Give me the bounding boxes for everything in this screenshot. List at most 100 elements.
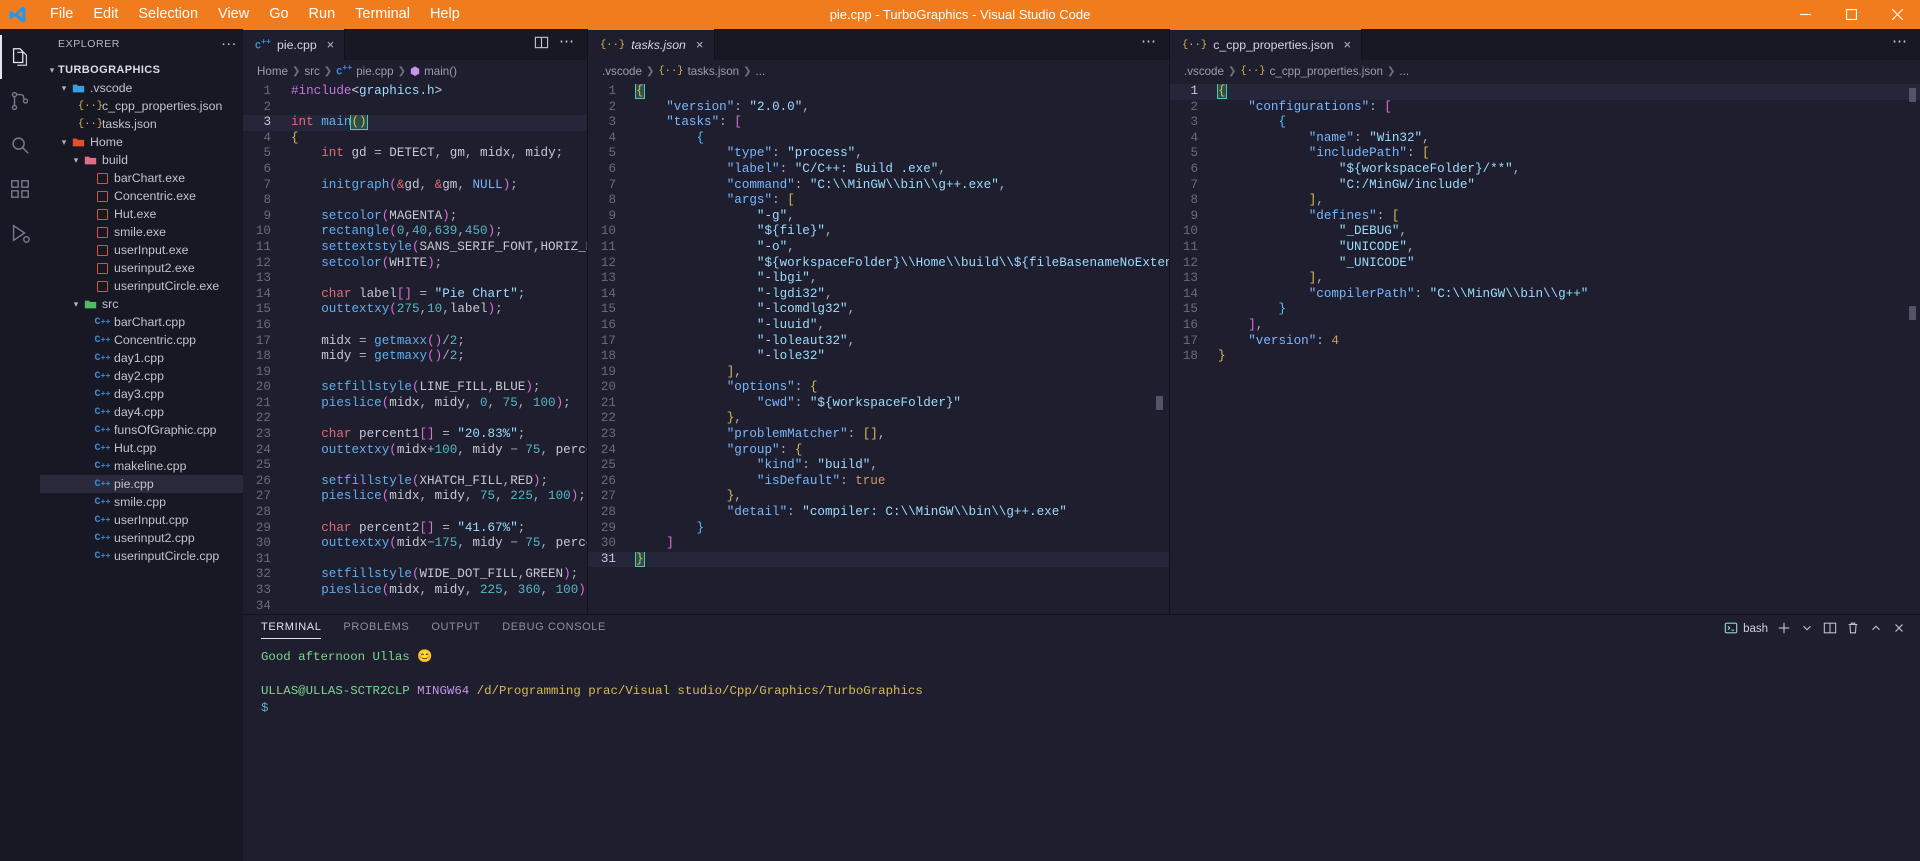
code-line[interactable]: 13 ], xyxy=(1170,271,1920,287)
breadcrumb-item-file[interactable]: c_cpp_properties.json xyxy=(1270,65,1383,78)
explorer-more-actions-icon[interactable]: ... xyxy=(221,33,237,51)
code-line[interactable]: 30 outtextxy(midx−175, midy − 75, percen… xyxy=(243,536,587,552)
code-line[interactable]: 3 "tasks": [ xyxy=(588,115,1169,131)
code-line[interactable]: 21 "cwd": "${workspaceFolder}" xyxy=(588,396,1169,412)
code-line[interactable]: 8 ], xyxy=(1170,193,1920,209)
tree-item-userinputcircle-cpp[interactable]: C ++ userinputCircle.cpp xyxy=(40,547,243,565)
code-line[interactable]: 34 xyxy=(243,599,587,614)
code-line[interactable]: 4{ xyxy=(243,131,587,147)
code-line[interactable]: 3 { xyxy=(1170,115,1920,131)
tree-item-day1-cpp[interactable]: C ++ day1.cpp xyxy=(40,349,243,367)
minimap-marker[interactable] xyxy=(1909,88,1916,102)
code-line[interactable]: 11 settextstyle(SANS_SERIF_FONT,HORIZ_DI… xyxy=(243,240,587,256)
activity-explorer[interactable] xyxy=(0,35,40,79)
chevron-down-icon[interactable]: ▾ xyxy=(70,155,82,166)
code-line[interactable]: 11 "UNICODE", xyxy=(1170,240,1920,256)
code-line[interactable]: 10 "_DEBUG", xyxy=(1170,224,1920,240)
code-line[interactable]: 14 char label[] = "Pie Chart"; xyxy=(243,287,587,303)
code-line[interactable]: 1{ xyxy=(588,84,1169,100)
code-line[interactable]: 27 pieslice(midx, midy, 75, 225, 100); xyxy=(243,489,587,505)
tree-item-c-cpp-properties-json[interactable]: {··} c_cpp_properties.json xyxy=(40,97,243,115)
code-line[interactable]: 22 }, xyxy=(588,411,1169,427)
code-line[interactable]: 8 xyxy=(243,193,587,209)
maximize-button[interactable] xyxy=(1828,0,1874,29)
code-line[interactable]: 6 "${workspaceFolder}/**", xyxy=(1170,162,1920,178)
tree-item-userinputcircle-exe[interactable]: userinputCircle.exe xyxy=(40,277,243,295)
menu-file[interactable]: File xyxy=(40,3,83,26)
tree-item-hut-exe[interactable]: Hut.exe xyxy=(40,205,243,223)
code-line[interactable]: 4 { xyxy=(588,131,1169,147)
code-line[interactable]: 18 midy = getmaxy()/2; xyxy=(243,349,587,365)
split-terminal-icon[interactable] xyxy=(1823,621,1837,638)
code-line[interactable]: 11 "-o", xyxy=(588,240,1169,256)
tab-close-icon[interactable]: × xyxy=(696,38,704,51)
code-line[interactable]: 7 "C:/MinGW/include" xyxy=(1170,178,1920,194)
tree-item-barchart-cpp[interactable]: C ++ barChart.cpp xyxy=(40,313,243,331)
tab-c-cpp-properties-json[interactable]: {··} c_cpp_properties.json × xyxy=(1170,29,1363,60)
breadcrumb-item-src[interactable]: src xyxy=(304,65,319,78)
code-line[interactable]: 28 xyxy=(243,505,587,521)
code-line[interactable]: 5 int gd = DETECT, gm, midx, midy; xyxy=(243,146,587,162)
code-editor-c-cpp-properties-json[interactable]: 1{2 "configurations": [3 {4 "name": "Win… xyxy=(1170,82,1920,614)
code-line[interactable]: 23 char percent1[] = "20.83%"; xyxy=(243,427,587,443)
minimize-button[interactable] xyxy=(1782,0,1828,29)
code-line[interactable]: 10 "${file}", xyxy=(588,224,1169,240)
split-editor-icon[interactable] xyxy=(534,35,549,55)
code-line[interactable]: 12 setcolor(WHITE); xyxy=(243,256,587,272)
breadcrumb-item-home[interactable]: Home xyxy=(257,65,288,78)
close-button[interactable] xyxy=(1874,0,1920,29)
tree-item-userinput2-exe[interactable]: userinput2.exe xyxy=(40,259,243,277)
code-line[interactable]: 29 char percent2[] = "41.67%"; xyxy=(243,521,587,537)
code-line[interactable]: 20 "options": { xyxy=(588,380,1169,396)
new-terminal-icon[interactable] xyxy=(1777,621,1791,638)
terminal-shell-selector[interactable]: bash xyxy=(1724,621,1768,638)
tree-item-barchart-exe[interactable]: barChart.exe xyxy=(40,169,243,187)
tab-close-icon[interactable]: × xyxy=(327,38,335,51)
minimap-marker[interactable] xyxy=(1909,306,1916,320)
editor-more-actions-icon[interactable]: ⋯ xyxy=(1141,34,1157,52)
tree-item-build[interactable]: ▾ build xyxy=(40,151,243,169)
file-tree[interactable]: ▾ TURBOGRAPHICS ▾ .vscode {··} c_cpp_proper… xyxy=(40,59,243,861)
menu-terminal[interactable]: Terminal xyxy=(345,3,420,26)
code-line[interactable]: 26 setfillstyle(XHATCH_FILL,RED); xyxy=(243,474,587,490)
code-line[interactable]: 1 #include<graphics.h> xyxy=(243,84,587,100)
tree-item-smile-cpp[interactable]: C ++ smile.cpp xyxy=(40,493,243,511)
code-line[interactable]: 6 "label": "C/C++: Build .exe", xyxy=(588,162,1169,178)
code-line[interactable]: 33 pieslice(midx, midy, 225, 360, 100); xyxy=(243,583,587,599)
breadcrumb-item-file[interactable]: pie.cpp xyxy=(356,65,393,78)
tab-pie-cpp[interactable]: C++ pie.cpp × xyxy=(243,29,346,60)
tree-item-day4-cpp[interactable]: C ++ day4.cpp xyxy=(40,403,243,421)
code-line[interactable]: 26 "isDefault": true xyxy=(588,474,1169,490)
code-line[interactable]: 18} xyxy=(1170,349,1920,365)
code-line[interactable]: 31} xyxy=(588,551,1169,568)
menu-selection[interactable]: Selection xyxy=(128,3,208,26)
code-line[interactable]: 20 setfillstyle(LINE_FILL,BLUE); xyxy=(243,380,587,396)
code-line[interactable]: 2 "version": "2.0.0", xyxy=(588,100,1169,116)
code-line[interactable]: 17 "-loleaut32", xyxy=(588,334,1169,350)
breadcrumb-3[interactable]: .vscode ❯ {··} c_cpp_properties.json ❯ .… xyxy=(1170,60,1920,82)
code-line[interactable]: 18 "-lole32" xyxy=(588,349,1169,365)
code-line[interactable]: 6 xyxy=(243,162,587,178)
code-line[interactable]: 25 "kind": "build", xyxy=(588,458,1169,474)
code-line[interactable]: 30 ] xyxy=(588,536,1169,552)
tree-item-smile-exe[interactable]: smile.exe xyxy=(40,223,243,241)
activity-extensions[interactable] xyxy=(0,167,40,211)
chevron-up-icon[interactable] xyxy=(1869,621,1883,638)
tree-item-hut-cpp[interactable]: C ++ Hut.cpp xyxy=(40,439,243,457)
tree-item-funsofgraphic-cpp[interactable]: C ++ funsOfGraphic.cpp xyxy=(40,421,243,439)
code-line[interactable]: 24 outtextxy(midx+100, midy − 75, percen… xyxy=(243,443,587,459)
menu-view[interactable]: View xyxy=(208,3,259,26)
code-line[interactable]: 2 xyxy=(243,100,587,116)
tree-item-pie-cpp[interactable]: C ++ pie.cpp xyxy=(40,475,243,493)
breadcrumb-item-vscode[interactable]: .vscode xyxy=(1184,65,1224,78)
code-editor-pie-cpp[interactable]: 1 #include<graphics.h> 2 3 int main() 4{5 int… xyxy=(243,82,587,614)
close-icon[interactable] xyxy=(1892,621,1906,638)
code-line[interactable]: 23 "problemMatcher": [], xyxy=(588,427,1169,443)
breadcrumb-item-more[interactable]: ... xyxy=(1399,65,1409,78)
tab-close-icon[interactable]: × xyxy=(1344,38,1352,51)
editor-more-actions-icon[interactable]: ⋯ xyxy=(1892,34,1908,52)
chevron-down-icon[interactable] xyxy=(1800,621,1814,638)
activity-run-and-debug[interactable] xyxy=(0,211,40,255)
breadcrumb-item-file[interactable]: tasks.json xyxy=(688,65,740,78)
editor-more-actions-icon[interactable]: ⋯ xyxy=(559,34,575,52)
